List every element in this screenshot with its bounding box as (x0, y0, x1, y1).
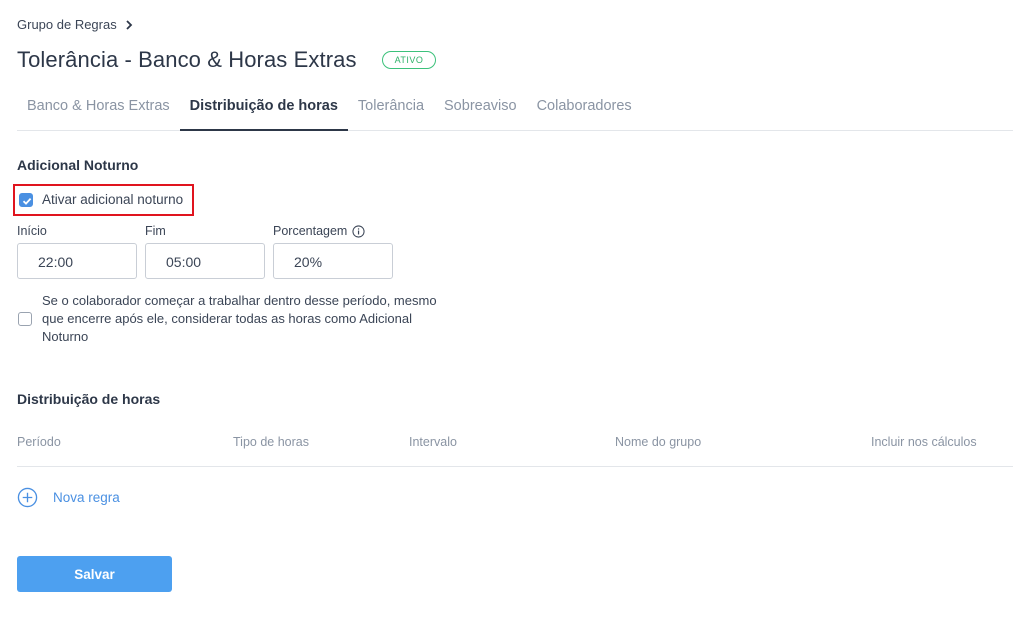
add-circle-icon (17, 487, 38, 508)
tab-banco-horas-extras[interactable]: Banco & Horas Extras (17, 88, 180, 131)
column-incluir-nos-calculos: Incluir nos cálculos (871, 435, 977, 449)
start-time-input[interactable]: 22:00 (17, 243, 137, 279)
tab-distribuicao-de-horas[interactable]: Distribuição de horas (179, 88, 348, 131)
end-label-text: Fim (145, 224, 166, 238)
tab-tolerancia[interactable]: Tolerância (348, 88, 434, 131)
end-label: Fim (145, 224, 166, 238)
breadcrumb[interactable]: Grupo de Regras (17, 17, 135, 32)
tab-sobreaviso[interactable]: Sobreaviso (434, 88, 527, 131)
column-tipo-de-horas: Tipo de horas (233, 435, 309, 449)
start-label: Início (17, 224, 47, 238)
column-intervalo: Intervalo (409, 435, 457, 449)
column-nome-do-grupo: Nome do grupo (615, 435, 702, 449)
new-rule-button[interactable]: Nova regra (17, 487, 120, 508)
tab-colaboradores[interactable]: Colaboradores (527, 88, 642, 131)
breadcrumb-label[interactable]: Grupo de Regras (17, 17, 117, 32)
chevron-right-icon (126, 19, 133, 30)
enable-night-label[interactable]: Ativar adicional noturno (42, 192, 183, 207)
title-row: Tolerância - Banco & Horas Extras ATIVO (17, 47, 437, 73)
whole-shift-label[interactable]: Se o colaborador começar a trabalhar den… (42, 292, 442, 346)
percent-input[interactable]: 20% (273, 243, 393, 279)
tab-bar: Banco & Horas Extras Distribuição de hor… (17, 88, 1013, 131)
distribution-section-title: Distribuição de horas (17, 391, 161, 407)
page-title: Tolerância - Banco & Horas Extras (17, 47, 357, 72)
whole-shift-checkbox[interactable] (18, 312, 32, 326)
column-periodo: Período (17, 435, 61, 449)
end-time-input[interactable]: 05:00 (145, 243, 265, 279)
night-section-title: Adicional Noturno (17, 157, 139, 173)
percent-label: Porcentagem (273, 224, 365, 238)
status-badge: ATIVO (381, 51, 437, 69)
start-label-text: Início (17, 224, 47, 238)
save-button[interactable]: Salvar (17, 556, 172, 592)
table-header: Período Tipo de horas Intervalo Nome do … (17, 426, 1013, 467)
check-icon (22, 197, 32, 205)
percent-label-text: Porcentagem (273, 224, 348, 238)
enable-night-checkbox[interactable] (19, 193, 33, 207)
new-rule-label[interactable]: Nova regra (53, 490, 120, 505)
info-icon[interactable] (352, 224, 365, 238)
